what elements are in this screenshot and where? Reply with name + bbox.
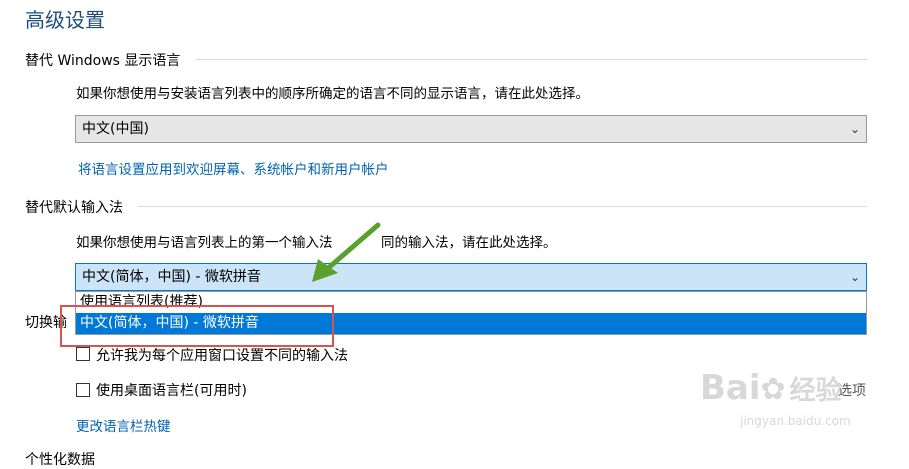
page-title: 高级设置: [25, 8, 105, 32]
apply-language-settings-link[interactable]: 将语言设置应用到欢迎屏幕、系统帐户和新用户帐户: [78, 158, 389, 178]
options-link[interactable]: 选项: [838, 380, 866, 400]
input-method-description-right: 同的输入法，请在此处选择。: [381, 235, 557, 251]
display-language-selected: 中文(中国): [82, 121, 149, 137]
desktop-language-bar-label: 使用桌面语言栏(可用时): [96, 383, 247, 399]
desktop-language-bar-checkbox[interactable]: [76, 383, 90, 397]
input-method-description-left: 如果你想使用与语言列表上的第一个输入法: [76, 235, 333, 251]
section-divider: [138, 206, 867, 207]
input-method-selected: 中文(简体，中国) - 微软拼音: [82, 269, 261, 285]
section-divider: [195, 59, 867, 60]
input-method-select[interactable]: 中文(简体，中国) - 微软拼音 ⌄: [75, 263, 867, 291]
annotation-highlight-box: [60, 305, 334, 347]
change-hotkeys-link[interactable]: 更改语言栏热键: [76, 415, 171, 435]
annotation-arrow-icon: [312, 222, 381, 282]
watermark-url: jingyan.baidu.com: [740, 414, 851, 428]
chevron-down-icon: ⌄: [849, 270, 860, 284]
per-app-input-checkbox[interactable]: [76, 347, 90, 361]
input-method-header: 替代默认输入法: [25, 200, 123, 216]
display-language-select[interactable]: 中文(中国) ⌄: [75, 115, 867, 143]
display-language-description: 如果你想使用与安装语言列表中的顺序所确定的语言不同的显示语言，请在此处选择。: [76, 86, 589, 102]
per-app-input-label: 允许我为每个应用窗口设置不同的输入法: [96, 348, 348, 364]
watermark-brand: Bai✿ 经验: [700, 368, 842, 408]
display-language-header: 替代 Windows 显示语言: [25, 53, 181, 69]
chevron-down-icon: ⌄: [849, 122, 860, 136]
personalization-data-header: 个性化数据: [25, 452, 95, 468]
